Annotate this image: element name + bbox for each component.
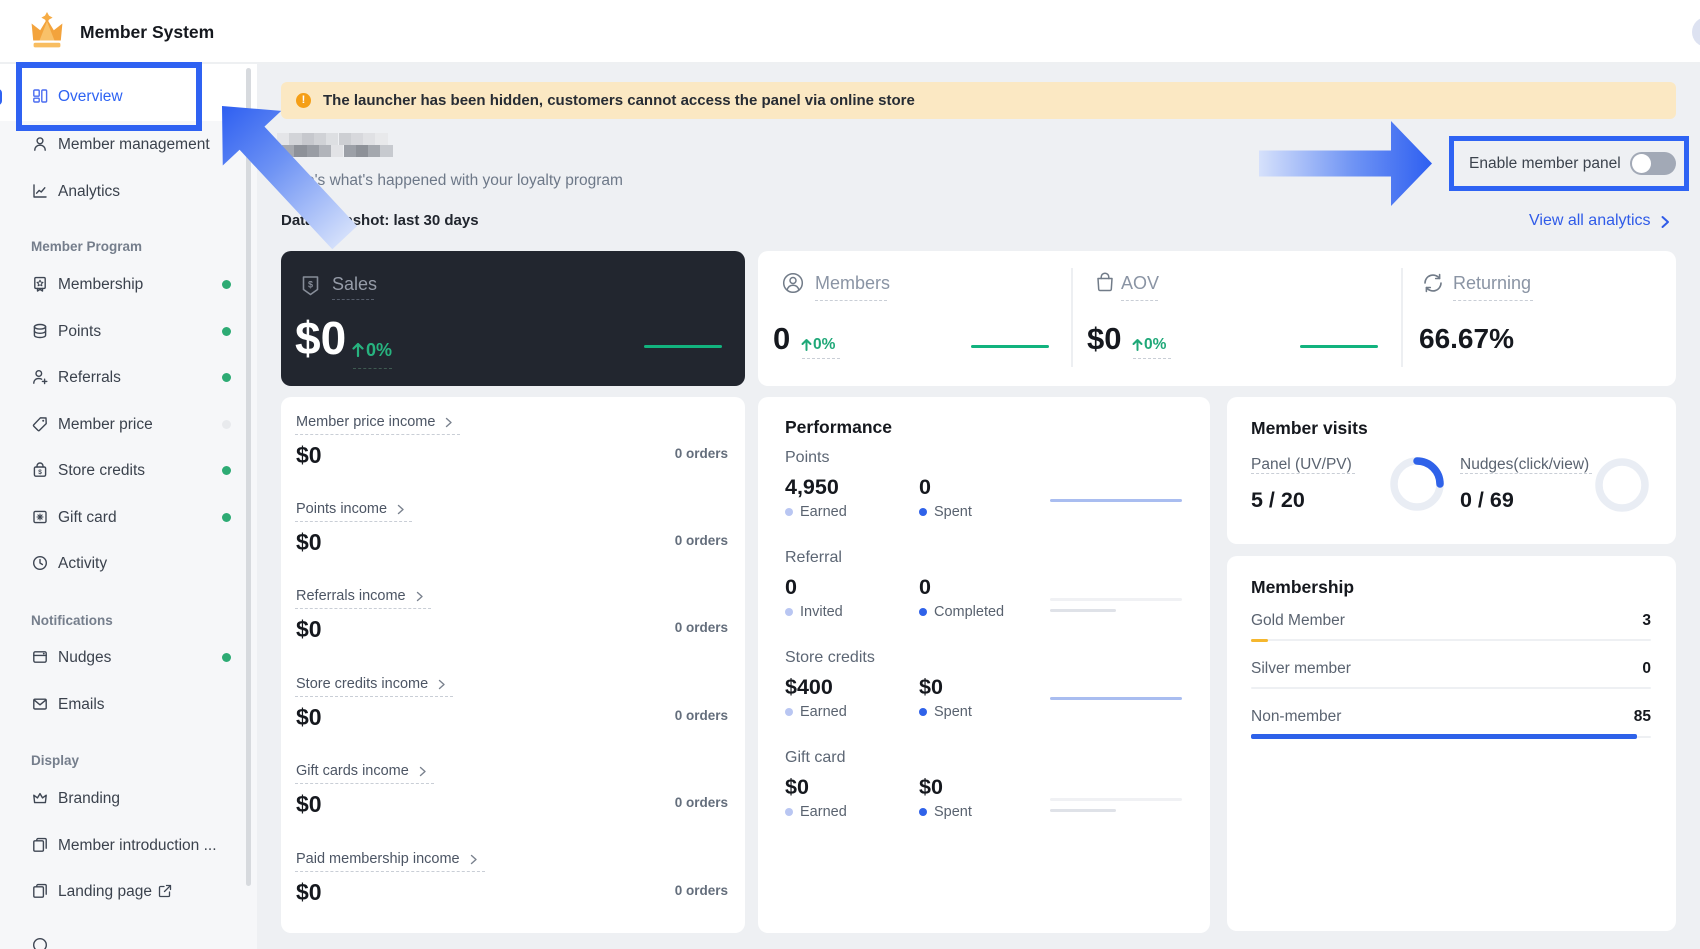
svg-text:$: $ (308, 280, 313, 290)
svg-text:$: $ (38, 469, 42, 476)
